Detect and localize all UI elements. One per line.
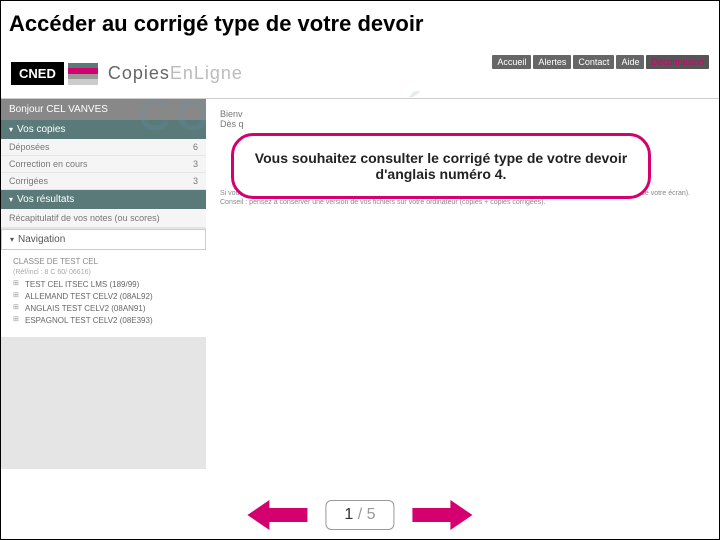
sidebar: Bonjour CEL VANVES Vos copies Déposées6 … (1, 99, 206, 469)
tree-child[interactable]: ANGLAIS TEST CELV2 (08AN91) (13, 303, 198, 315)
logo-text: CNED (11, 62, 64, 85)
nav-header[interactable]: Navigation (1, 229, 206, 250)
logo-stripes (68, 63, 98, 85)
nav-accueil[interactable]: Accueil (492, 55, 531, 69)
welcome-line2: Dès q (220, 119, 705, 129)
nav-contact[interactable]: Contact (573, 55, 614, 69)
tree-child[interactable]: TEST CEL ITSEC LMS (189/99) (13, 279, 198, 291)
row-correction[interactable]: Correction en cours3 (1, 156, 206, 173)
welcome-line1: Bienv (220, 109, 705, 119)
tree-root[interactable]: CLASSE DE TEST CEL (13, 256, 198, 268)
brand: CopiesEnLigne (108, 63, 243, 84)
nav-tree: CLASSE DE TEST CEL (Réf/incl : 8 C 60/ 0… (1, 250, 206, 337)
app-screenshot: CNED CopiesEnLigne Accueil Alertes Conta… (1, 49, 719, 469)
slide-title-bar: Accéder au corrigé type de votre devoir (1, 1, 719, 49)
greeting: Bonjour CEL VANVES (1, 99, 206, 120)
recap-link[interactable]: Récapitulatif de vos notes (ou scores) (1, 209, 206, 227)
next-arrow[interactable] (413, 500, 473, 530)
callout-bubble: Vous souhaitez consulter le corrigé type… (231, 133, 651, 199)
tree-child[interactable]: ALLEMAND TEST CELV2 (08AL92) (13, 291, 198, 303)
pager: 1 / 5 (247, 500, 472, 530)
row-deposees[interactable]: Déposées6 (1, 139, 206, 156)
tree-sub: (Réf/incl : 8 C 60/ 06616) (13, 268, 198, 279)
row-corrigees[interactable]: Corrigées3 (1, 173, 206, 190)
page-indicator: 1 / 5 (325, 500, 394, 530)
nav-deconnexion[interactable]: Déconnexion (646, 55, 709, 69)
nav-aide[interactable]: Aide (616, 55, 644, 69)
slide-title: Accéder au corrigé type de votre devoir (9, 11, 711, 37)
section-resultats[interactable]: Vos résultats (1, 190, 206, 209)
topbar: CNED CopiesEnLigne Accueil Alertes Conta… (1, 49, 719, 99)
tree-child[interactable]: ESPAGNOL TEST CELV2 (08E393) (13, 315, 198, 327)
topnav: Accueil Alertes Contact Aide Déconnexion (492, 55, 709, 69)
logo: CNED (11, 62, 98, 85)
nav-alertes[interactable]: Alertes (533, 55, 571, 69)
prev-arrow[interactable] (247, 500, 307, 530)
section-copies[interactable]: Vos copies (1, 120, 206, 139)
